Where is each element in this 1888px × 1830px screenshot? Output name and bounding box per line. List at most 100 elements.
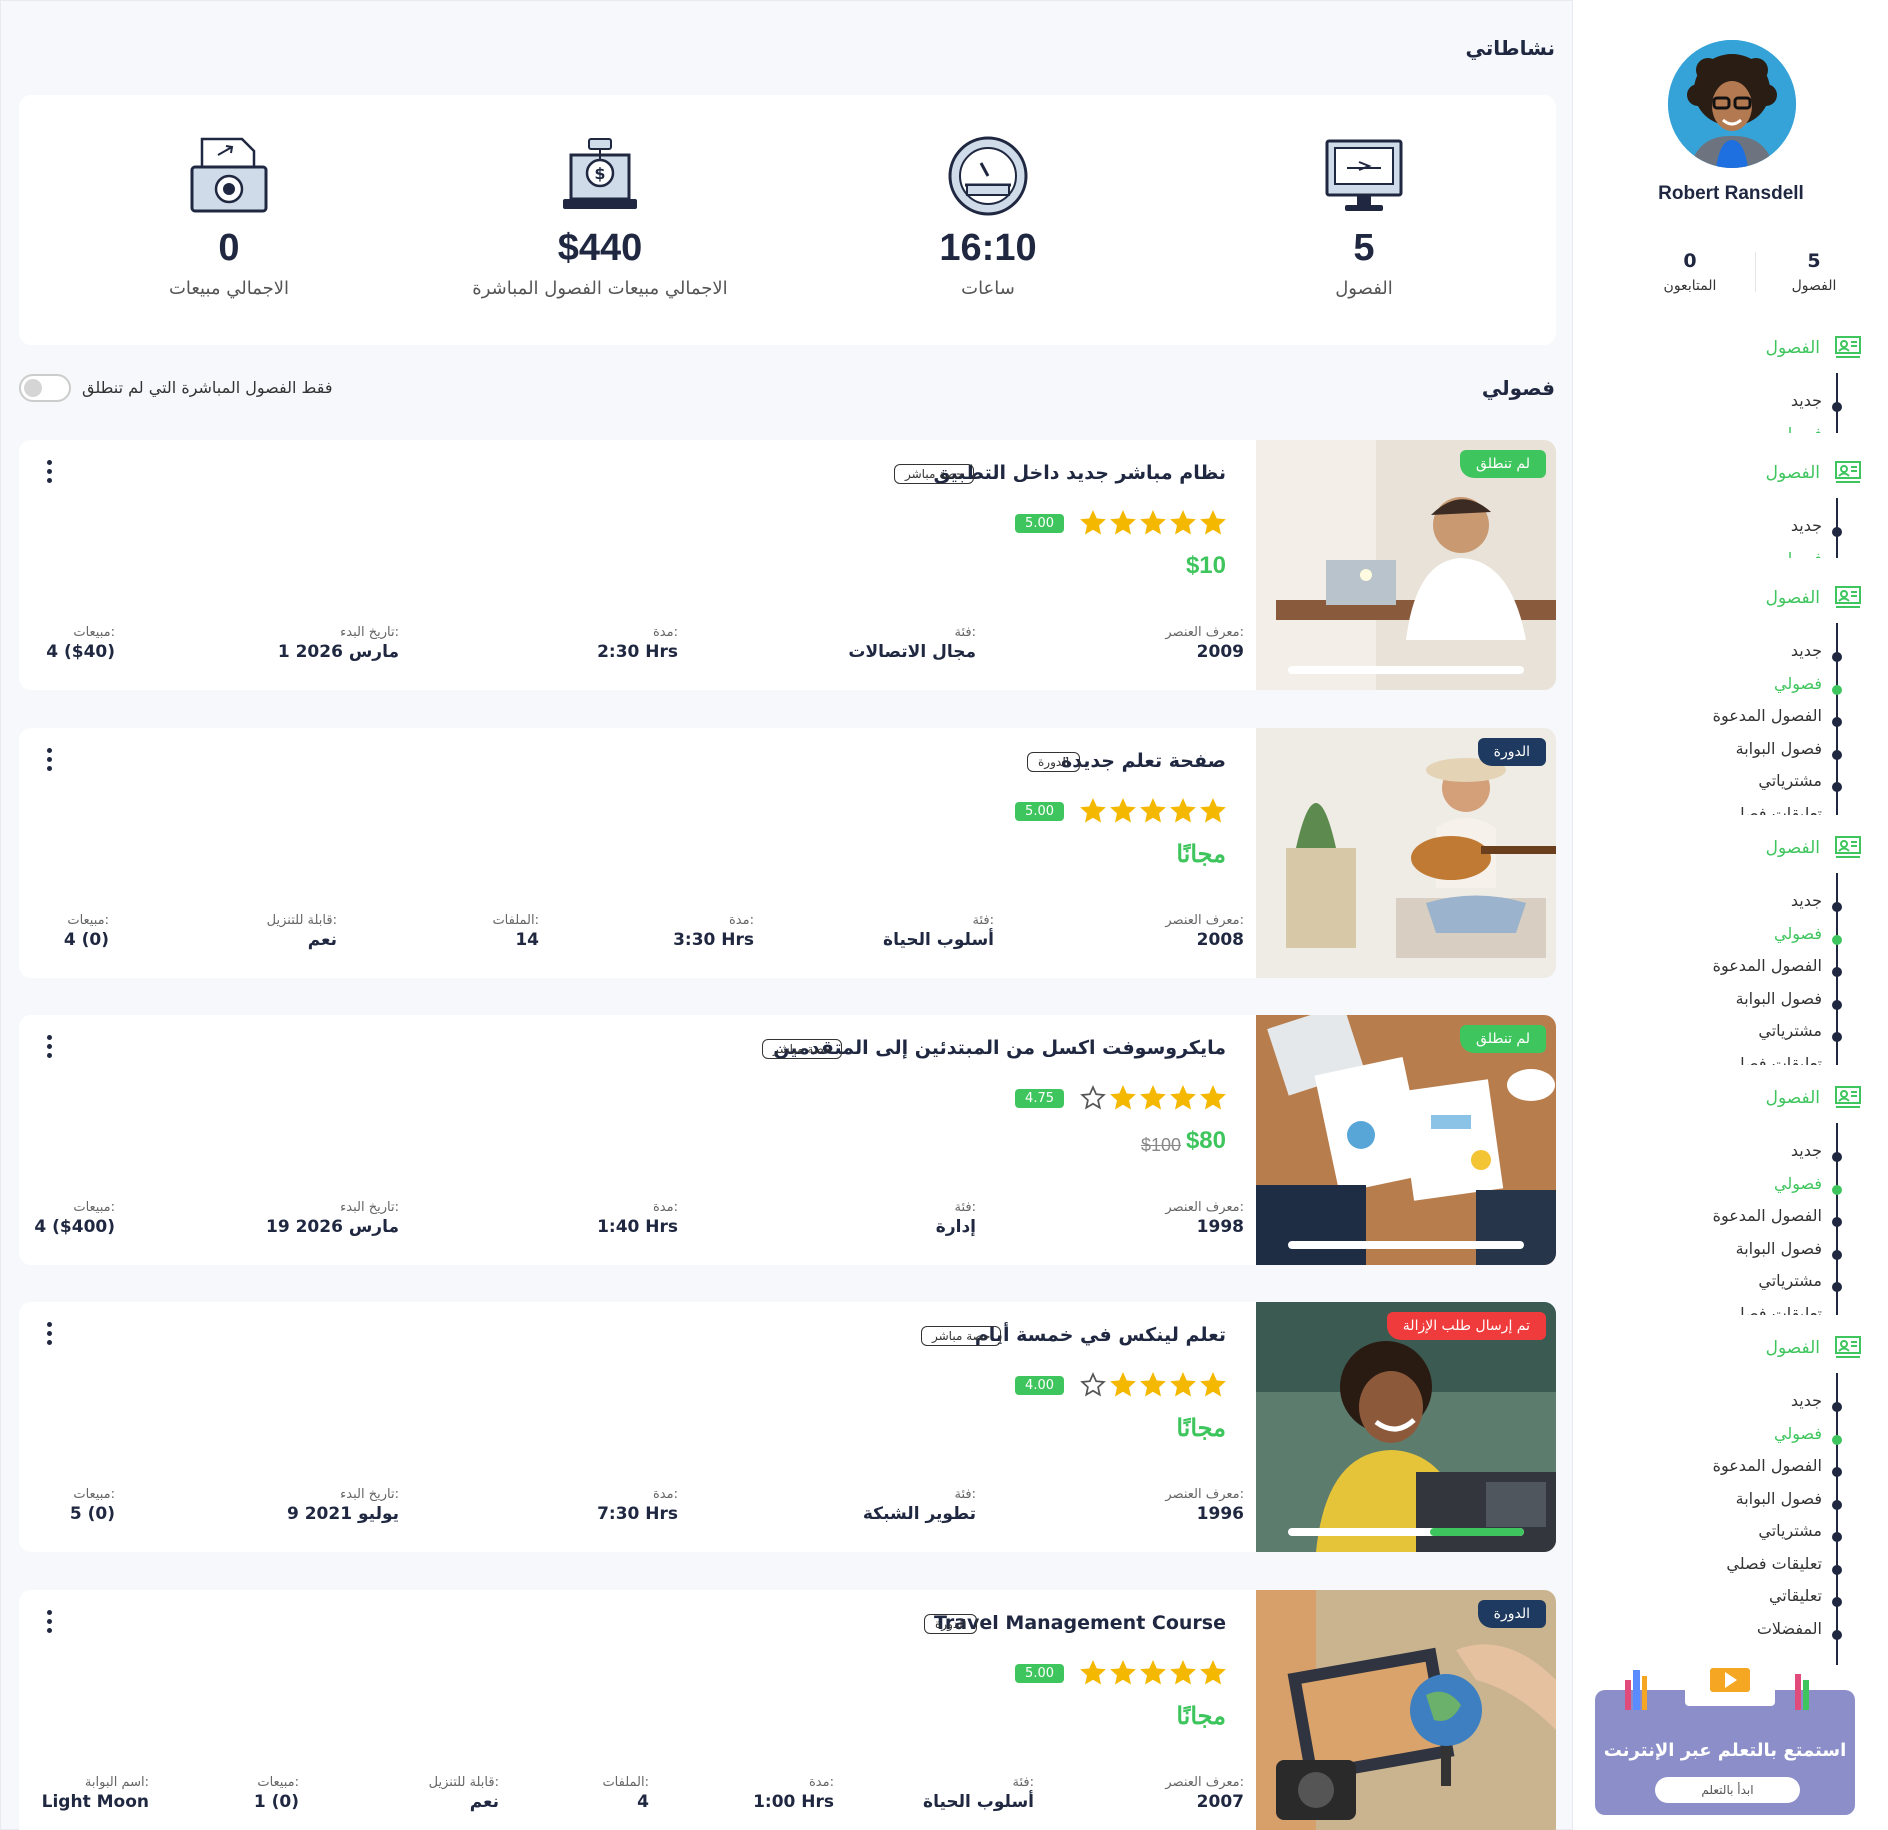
stats-divider [1755, 252, 1756, 292]
promo-title: استمتع بالتعلم عبر الإنترنت [1603, 1740, 1847, 1761]
nav-section-label: الفصول [1765, 338, 1820, 358]
class-title[interactable]: صفحة تعلم جديدة [1061, 750, 1226, 772]
more-options-icon[interactable] [47, 1035, 53, 1058]
nav-item[interactable]: تعليقاتي [1769, 1586, 1822, 1605]
nav-section-header[interactable]: الفصول [1766, 460, 1862, 486]
nav-section-label: الفصول [1765, 463, 1820, 483]
nav-item[interactable]: فصولي [1774, 924, 1822, 943]
nav-item[interactable]: المفضلات [1757, 1619, 1822, 1638]
nav-section-header[interactable]: الفصول [1766, 1085, 1862, 1111]
more-options-icon[interactable] [47, 1322, 53, 1345]
nav-item[interactable]: فصول البوابة [1736, 1489, 1822, 1508]
nav-item[interactable]: فصول البوابة [1736, 989, 1822, 1008]
rating-value: 4.00 [1015, 1375, 1064, 1395]
class-price: $80 [1185, 1127, 1226, 1154]
more-options-icon[interactable] [47, 1610, 53, 1633]
nav-item[interactable]: الفصول المدعوة [1713, 956, 1822, 975]
nav-item[interactable]: جديد [1791, 1141, 1822, 1160]
nav-item[interactable]: مشترياتي [1758, 1021, 1822, 1040]
nav-dot [1832, 902, 1842, 912]
stat-classes-label: الفصول [1791, 278, 1837, 294]
class-title[interactable]: نظام مباشر جديد داخل التطبيق [933, 462, 1226, 484]
nav-item[interactable]: مشترياتي [1758, 1271, 1822, 1290]
meta-value: إدارة [935, 1217, 976, 1237]
nav-item[interactable]: جديد [1791, 516, 1822, 535]
star-empty-icon [1080, 1085, 1106, 1110]
nav-item[interactable]: الفصول المدعوة [1713, 1456, 1822, 1475]
meta-label: قابلة للتنزيل: [266, 913, 337, 928]
nav-item[interactable]: مشترياتي [1758, 771, 1822, 790]
class-thumbnail[interactable]: لم تنطلق [1256, 440, 1556, 690]
more-options-icon[interactable] [47, 748, 53, 771]
nav-dot [1832, 1032, 1842, 1042]
nav-dot [1832, 402, 1842, 412]
rating: 4.75 [1015, 1085, 1226, 1111]
class-thumbnail[interactable]: تم إرسال طلب الإزالة [1256, 1302, 1556, 1552]
nav-item[interactable]: فصولي [1774, 549, 1822, 559]
star-filled-icon [1170, 1085, 1196, 1110]
more-options-icon[interactable] [47, 460, 53, 483]
class-card[interactable]: لم تنطلق مايكروسوفت اكسل من المبتدئين إلى… [19, 1015, 1556, 1265]
profile-name: Robert Ransdell [1658, 183, 1804, 204]
class-meta-field: مدة: 7:30 Hrs [597, 1487, 678, 1524]
stat-card-total-sales-value: 0 [218, 227, 240, 269]
class-meta-field: تاريخ البدء: 19 مارس 2026 [266, 1200, 399, 1237]
meta-label: معرف العنصر: [1165, 625, 1244, 640]
stat-card-hours: 16:10 ساعات [808, 135, 1168, 299]
nav-dot [1832, 1402, 1842, 1412]
class-title[interactable]: Travel Management Course [934, 1612, 1226, 1634]
stat-card-hours-label: ساعات [961, 278, 1015, 299]
class-thumbnail[interactable]: الدورة [1256, 1590, 1556, 1830]
nav-item[interactable]: فصول البوابة [1736, 1239, 1822, 1258]
nav-dot [1832, 934, 1842, 945]
rating-value: 5.00 [1015, 801, 1064, 821]
nav-item[interactable]: جديد [1791, 891, 1822, 910]
class-meta-field: فئة: تطوير الشبكة [863, 1487, 976, 1524]
nav-item[interactable]: تعليقات فصلي [1726, 1554, 1822, 1573]
nav-item[interactable]: تعليقات فصلي [1726, 804, 1822, 816]
class-card[interactable]: لم تنطلق نظام مباشر جديد داخل التطبيق حصة … [19, 440, 1556, 690]
live-not-started-toggle[interactable] [19, 374, 71, 402]
promo-start-button[interactable]: ابدأ بالتعلم [1655, 1777, 1800, 1803]
nav-item[interactable]: جديد [1791, 1391, 1822, 1410]
nav-item[interactable]: جديد [1791, 641, 1822, 660]
nav-dot [1832, 1064, 1842, 1065]
nav-item[interactable]: الفصول المدعوة [1713, 1206, 1822, 1225]
class-meta-field: تاريخ البدء: 1 مارس 2026 [278, 625, 399, 662]
avatar[interactable] [1668, 40, 1796, 168]
class-thumbnail[interactable]: الدورة [1256, 728, 1556, 978]
nav-item[interactable]: مشترياتي [1758, 1521, 1822, 1540]
nav-item[interactable]: جديد [1791, 391, 1822, 410]
class-title[interactable]: تعلم لينكس في خمسة أيام [975, 1324, 1226, 1346]
nav-item[interactable]: تعليقات فصلي [1726, 1054, 1822, 1066]
promo-banner: استمتع بالتعلم عبر الإنترنت ابدأ بالتعلم [1595, 1650, 1855, 1815]
meta-label: مدة: [653, 625, 678, 640]
nav-item[interactable]: فصول البوابة [1736, 739, 1822, 758]
star-filled-icon [1200, 1660, 1226, 1685]
stat-classes: 5 الفصول [1764, 250, 1864, 294]
meta-value: نعم [469, 1792, 499, 1812]
nav-section-header[interactable]: الفصول [1766, 585, 1862, 611]
class-meta-field: مدة: 1:00 Hrs [753, 1775, 834, 1812]
nav-item[interactable]: الفصول المدعوة [1713, 706, 1822, 725]
nav-section-header[interactable]: الفصول [1766, 1335, 1862, 1361]
class-type-tag: حصة مباشر [894, 464, 975, 484]
nav-section-header[interactable]: الفصول [1766, 835, 1862, 861]
class-card[interactable]: الدورة صفحة تعلم جديدة الدورة 5.00 مجانًا معر… [19, 728, 1556, 978]
nav-item[interactable]: فصولي [1774, 1424, 1822, 1443]
class-price: $10 [1185, 552, 1226, 579]
nav-item[interactable]: فصولي [1774, 424, 1822, 434]
class-card[interactable]: تم إرسال طلب الإزالة تعلم لينكس في خمسة أ… [19, 1302, 1556, 1552]
meta-value: 2007 [1196, 1792, 1244, 1812]
nav-item[interactable]: تعليقات فصلي [1726, 1304, 1822, 1316]
stat-card-hours-value: 16:10 [939, 227, 1037, 269]
nav-item[interactable]: فصولي [1774, 1174, 1822, 1193]
stat-card-live-sales-value: $440 [557, 227, 643, 269]
nav-dot [1832, 1282, 1842, 1292]
class-thumbnail[interactable]: لم تنطلق [1256, 1015, 1556, 1265]
meta-label: تاريخ البدء: [340, 1200, 399, 1215]
nav-timeline [1836, 1373, 1838, 1665]
nav-section-header[interactable]: الفصول [1766, 335, 1862, 361]
nav-item[interactable]: فصولي [1774, 674, 1822, 693]
class-card[interactable]: الدورة Travel Management Course الدورة 5.00… [19, 1590, 1556, 1830]
